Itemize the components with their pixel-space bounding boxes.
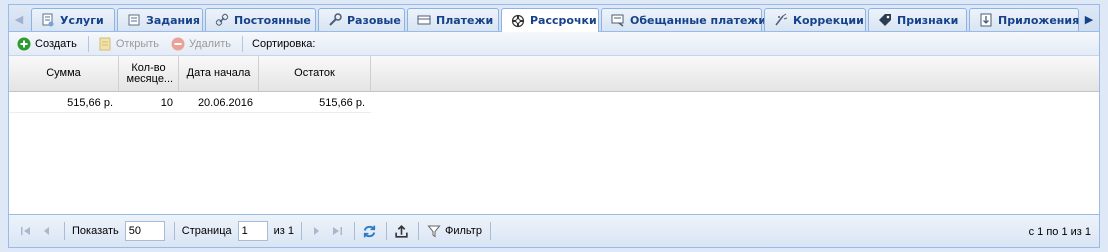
paging-summary-text: с 1 по 1 из 1 — [1028, 225, 1091, 238]
prev-page-icon — [44, 227, 49, 235]
pager-separator — [489, 222, 491, 240]
pager-separator — [418, 222, 419, 240]
tab-onetime[interactable]: Разовые — [318, 8, 405, 31]
export-button[interactable] — [392, 222, 410, 240]
delete-icon — [171, 37, 185, 51]
cell-remainder: 515,66 р. — [319, 96, 365, 109]
create-button[interactable]: Создать — [14, 34, 80, 54]
page-label: Страница — [181, 225, 232, 237]
link-icon — [215, 13, 229, 27]
prev-page-button[interactable] — [38, 222, 56, 240]
open-document-icon — [98, 37, 112, 51]
correction-icon — [774, 13, 788, 27]
tasks-icon — [127, 13, 141, 27]
next-page-button[interactable] — [307, 222, 325, 240]
pager-separator — [173, 222, 175, 240]
tab-label: Постоянные — [234, 13, 311, 27]
toolbar-separator — [87, 35, 89, 52]
add-icon — [17, 37, 31, 51]
payments-icon — [417, 13, 431, 27]
delete-label: Удалить — [189, 37, 232, 50]
cell-start-date: 20.06.2016 — [197, 96, 253, 109]
next-page-icon — [314, 227, 319, 235]
filter-icon — [427, 224, 441, 238]
tab-installments[interactable]: Рассрочки — [501, 8, 599, 32]
tab-scroll-left-button[interactable]: ◀ — [11, 8, 27, 30]
tab-label: Приложения — [998, 13, 1080, 27]
pager-separator — [301, 222, 302, 240]
tab-scroll-right-button[interactable]: ▶ — [1081, 8, 1097, 30]
pager-separator — [64, 222, 65, 240]
column-header-start-date[interactable]: Дата начала — [179, 56, 259, 91]
tab-label: Обещанные платежи — [630, 13, 767, 27]
tab-attributes[interactable]: Признаки — [868, 8, 967, 31]
tab-label: Разовые — [347, 13, 401, 27]
tab-strip: ◀ Услуги Задания Постоянные Разовые Плат… — [9, 5, 1099, 32]
services-icon — [41, 13, 55, 27]
tab-corrections[interactable]: Коррекции — [764, 8, 866, 31]
promised-payment-icon — [611, 13, 625, 27]
installments-panel: ◀ Услуги Задания Постоянные Разовые Плат… — [8, 4, 1100, 248]
refresh-button[interactable] — [360, 222, 378, 240]
first-page-icon — [21, 227, 30, 235]
table-row[interactable]: 515,66 р. 10 20.06.2016 515,66 р. — [9, 92, 371, 113]
cell-months: 10 — [160, 96, 173, 109]
column-header-sum[interactable]: Сумма — [9, 56, 119, 91]
tag-icon — [878, 13, 892, 27]
last-page-button[interactable] — [328, 222, 346, 240]
page-size-label: Показать — [72, 225, 119, 237]
open-label: Открыть — [115, 37, 160, 50]
attachment-icon — [979, 13, 993, 27]
tab-permanent[interactable]: Постоянные — [205, 8, 316, 31]
tab-label: Услуги — [60, 13, 104, 27]
sort-label: Сортировка: — [252, 37, 316, 50]
tab-label: Рассрочки — [530, 14, 597, 27]
page-number-input[interactable] — [237, 221, 268, 241]
tab-attachments[interactable]: Приложения — [969, 8, 1079, 31]
tab-tasks[interactable]: Задания — [117, 8, 203, 31]
pager-separator — [386, 222, 387, 240]
paging-toolbar: Показать Страница из 1 Фильтр с 1 — [9, 214, 1099, 247]
wrench-icon — [328, 13, 342, 27]
filter-label: Фильтр — [445, 225, 482, 237]
page-size-input[interactable] — [124, 221, 165, 241]
tab-label: Платежи — [436, 13, 494, 27]
lifebuoy-icon — [511, 14, 525, 28]
column-header-remainder[interactable]: Остаток — [259, 56, 371, 91]
cell-sum: 515,66 р. — [67, 96, 113, 109]
grid-toolbar: Создать Открыть Удалить Сортировка: — [9, 32, 1099, 56]
toolbar-separator — [242, 35, 244, 52]
delete-button[interactable]: Удалить — [168, 34, 234, 54]
tab-label: Задания — [146, 13, 200, 27]
pager-separator — [354, 222, 355, 240]
refresh-icon — [363, 225, 375, 237]
paging-summary: с 1 по 1 из 1 — [1029, 215, 1091, 248]
tab-services[interactable]: Услуги — [31, 8, 115, 31]
page-count-label: из 1 — [273, 225, 294, 237]
column-header-months[interactable]: Кол-во месяце... — [119, 56, 179, 91]
filter-button[interactable]: Фильтр — [424, 221, 485, 241]
last-page-icon — [333, 227, 342, 235]
grid-header: Сумма Кол-во месяце... Дата начала Остат… — [9, 56, 1099, 92]
tab-label: Коррекции — [793, 13, 864, 27]
create-label: Создать — [35, 37, 77, 50]
tab-promised-payments[interactable]: Обещанные платежи — [601, 8, 766, 31]
open-button[interactable]: Открыть — [95, 34, 162, 54]
tab-label: Признаки — [897, 13, 959, 27]
first-page-button[interactable] — [17, 222, 35, 240]
export-icon — [394, 224, 408, 238]
tab-payments[interactable]: Платежи — [407, 8, 499, 31]
